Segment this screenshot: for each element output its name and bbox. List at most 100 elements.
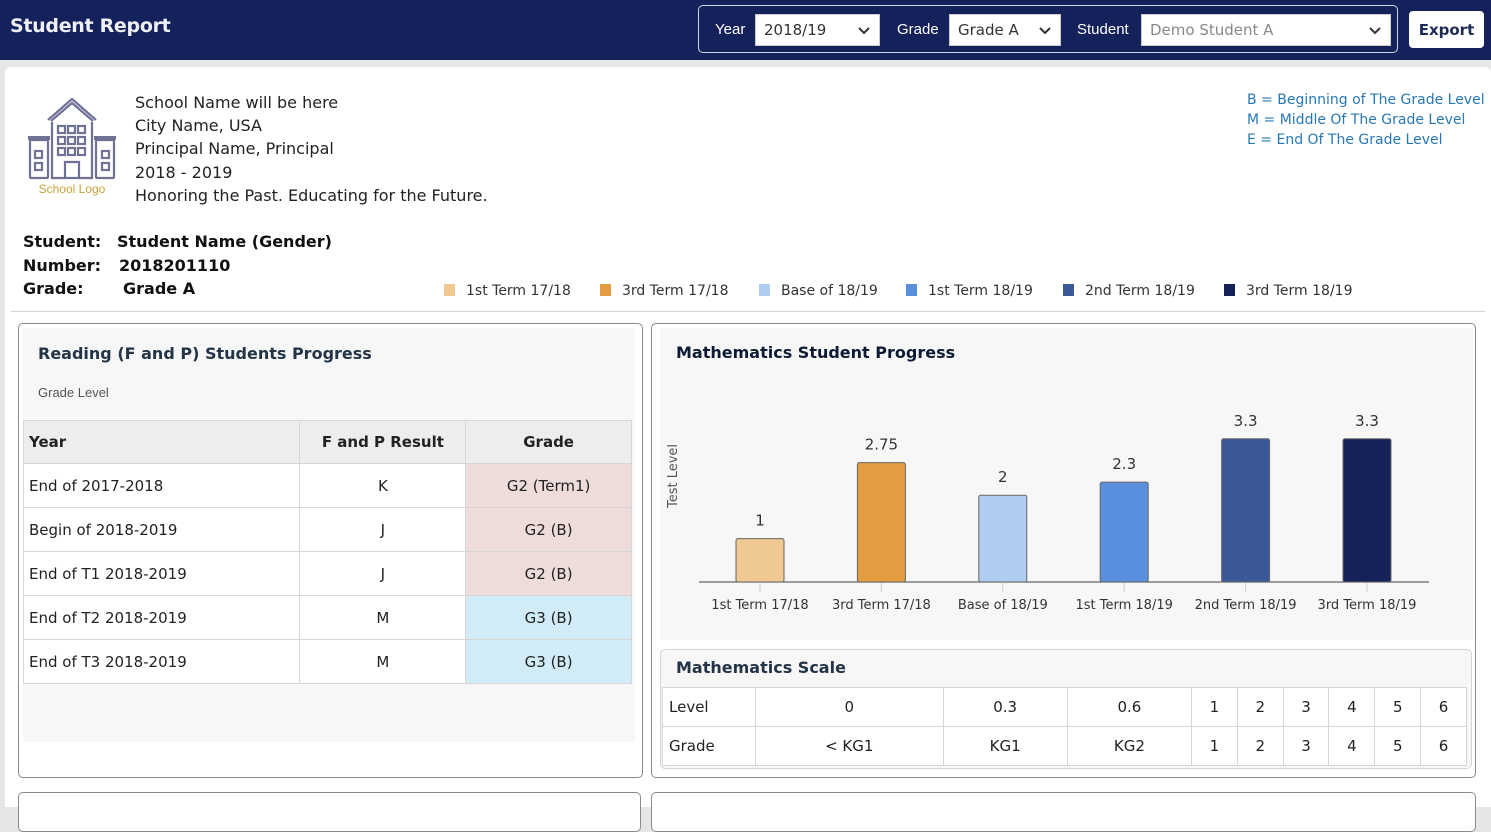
grade-select[interactable]: Grade A <box>949 14 1061 46</box>
scale-level-cell: 6 <box>1420 687 1467 727</box>
data-label: 2 <box>998 468 1008 486</box>
scale-level-row: Level 0 0.3 0.6 1 2 3 4 5 6 <box>662 687 1467 727</box>
cell-grade: G3 (B) <box>465 639 632 684</box>
legend-label: 1st Term 18/19 <box>928 283 1033 299</box>
grade-level-key: B = Beginning of The Grade Level M = Mid… <box>1247 90 1485 150</box>
student-select-value: Demo Student A <box>1150 21 1274 39</box>
grade-filter-label: Grade <box>897 21 939 38</box>
bar[interactable] <box>856 462 906 583</box>
column-header-result: F and P Result <box>299 420 467 464</box>
scale-grade-cell: KG1 <box>942 726 1068 766</box>
bar[interactable] <box>1221 438 1271 583</box>
key-middle: M = Middle Of The Grade Level <box>1247 112 1466 128</box>
school-motto: Honoring the Past. Educating for the Fut… <box>135 185 488 205</box>
cell-result: M <box>299 595 467 640</box>
section-divider <box>11 311 1485 312</box>
grade-select-value: Grade A <box>958 21 1019 39</box>
x-tick-label: 3rd Term 17/18 <box>832 598 931 613</box>
bar[interactable] <box>1099 481 1149 583</box>
bar[interactable] <box>978 494 1028 583</box>
next-panel-right <box>651 792 1476 832</box>
year-select[interactable]: 2018/19 <box>755 14 880 46</box>
bar[interactable] <box>1342 438 1392 583</box>
x-tick-label: 1st Term 18/19 <box>1076 598 1173 613</box>
scale-level-cell: 0 <box>755 687 944 727</box>
legend-swatch <box>1224 284 1235 296</box>
chart-legend: 1st Term 17/18 3rd Term 17/18 Base of 18… <box>0 283 1491 303</box>
x-tick-label: 3rd Term 18/19 <box>1318 598 1417 613</box>
school-name: School Name will be here <box>135 93 339 112</box>
column-header-grade: Grade <box>465 420 632 464</box>
scale-level-label: Level <box>662 687 756 727</box>
data-label: 2.75 <box>865 436 898 454</box>
scale-level-cell: 0.6 <box>1066 687 1193 727</box>
scale-level-cell: 1 <box>1191 687 1238 727</box>
cell-grade: G3 (B) <box>465 595 632 640</box>
student-name-label: Student: <box>23 232 102 251</box>
scale-level-cell: 3 <box>1282 687 1330 727</box>
legend-item: 2nd Term 18/19 <box>1063 283 1195 299</box>
legend-swatch <box>759 284 770 296</box>
export-button[interactable]: Export <box>1409 11 1484 48</box>
legend-item: 1st Term 18/19 <box>906 283 1033 299</box>
chevron-down-icon <box>858 27 870 35</box>
school-logo: School Logo <box>22 96 122 200</box>
page-title: Student Report <box>10 15 171 37</box>
cell-result: J <box>299 507 467 552</box>
chevron-down-icon <box>1039 27 1051 35</box>
reading-table: Year F and P Result Grade End of 2017-20… <box>22 420 632 684</box>
data-label: 1 <box>755 512 765 530</box>
legend-label: Base of 18/19 <box>781 283 878 299</box>
cell-year: End of T3 2018-2019 <box>22 639 301 684</box>
cell-year: End of 2017-2018 <box>22 463 301 508</box>
year-select-value: 2018/19 <box>764 21 827 39</box>
cell-year: End of T1 2018-2019 <box>22 551 301 596</box>
top-bar: Student Report Year 2018/19 Grade Grade … <box>0 0 1491 60</box>
school-city: City Name, USA <box>135 116 262 136</box>
scale-grade-cell: 6 <box>1420 726 1467 766</box>
x-tick-label: 2nd Term 18/19 <box>1195 598 1297 613</box>
math-progress-chart: Test Level 1 1st Term 17/18 2.75 3rd Term 1… <box>666 412 1429 613</box>
school-info: School Name will be here City Name, USA … <box>135 91 488 207</box>
scale-level-cell: 4 <box>1328 687 1376 727</box>
math-scale-title: Mathematics Scale <box>676 658 846 677</box>
column-header-year: Year <box>22 420 301 464</box>
scale-grade-cell: 5 <box>1374 726 1422 766</box>
school-principal: Principal Name, Principal <box>135 139 334 159</box>
table-row: End of T1 2018-2019 J G2 (B) <box>22 551 632 596</box>
legend-swatch <box>600 284 611 296</box>
cell-grade: G2 (B) <box>465 551 632 596</box>
legend-item: 1st Term 17/18 <box>444 283 571 299</box>
cell-result: M <box>299 639 467 684</box>
scale-level-cell: 2 <box>1236 687 1284 727</box>
cell-result: K <box>299 463 467 508</box>
school-year: 2018 - 2019 <box>135 162 233 182</box>
next-panel-left <box>18 792 641 832</box>
cell-grade: G2 (Term1) <box>465 463 632 508</box>
student-number-label: Number: <box>23 255 102 275</box>
legend-swatch <box>906 284 917 296</box>
legend-item: 3rd Term 17/18 <box>600 283 728 299</box>
bar[interactable] <box>735 538 785 583</box>
student-name: Student Name (Gender) <box>117 232 332 251</box>
school-logo-label: School Logo <box>38 182 106 196</box>
table-row: End of T3 2018-2019 M G3 (B) <box>22 639 632 684</box>
table-row: Begin of 2018-2019 J G2 (B) <box>22 507 632 552</box>
scale-level-cell: 0.3 <box>942 687 1068 727</box>
legend-swatch <box>444 284 455 296</box>
student-select[interactable]: Demo Student A <box>1141 14 1391 46</box>
legend-label: 3rd Term 18/19 <box>1246 283 1353 299</box>
scale-grade-row: Grade < KG1 KG1 KG2 1 2 3 4 5 6 <box>662 726 1467 766</box>
reading-subtitle: Grade Level <box>38 385 109 400</box>
scale-grade-cell: 1 <box>1191 726 1238 766</box>
table-header-row: Year F and P Result Grade <box>22 420 632 464</box>
cell-grade: G2 (B) <box>465 507 632 552</box>
scale-grade-cell: KG2 <box>1066 726 1193 766</box>
legend-swatch <box>1063 284 1074 296</box>
x-tick-label: Base of 18/19 <box>958 598 1048 613</box>
filter-bar: Year 2018/19 Grade Grade A Student Demo … <box>698 5 1398 53</box>
legend-label: 2nd Term 18/19 <box>1085 283 1195 299</box>
math-chart-title: Mathematics Student Progress <box>676 343 956 362</box>
cell-year: End of T2 2018-2019 <box>22 595 301 640</box>
reading-panel-title: Reading (F and P) Students Progress <box>38 344 372 363</box>
